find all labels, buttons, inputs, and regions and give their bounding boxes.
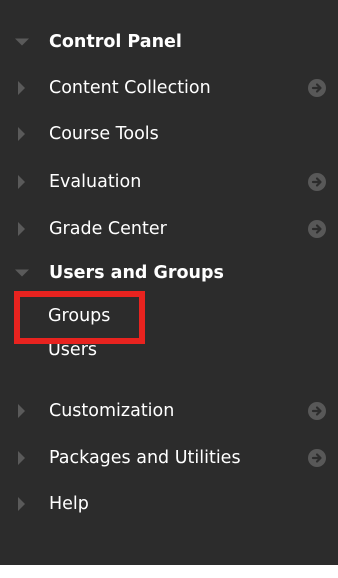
menu-item-label: Grade Center	[49, 219, 167, 239]
menu-item-content-collection[interactable]: Content Collection	[0, 70, 338, 106]
menu-item-evaluation[interactable]: Evaluation	[0, 164, 338, 200]
arrow-circle-right-icon[interactable]	[308, 402, 326, 420]
triangle-right-icon	[18, 175, 25, 189]
triangle-right-icon	[18, 81, 25, 95]
control-panel-header[interactable]: Control Panel	[0, 24, 338, 60]
triangle-right-icon	[18, 497, 25, 511]
triangle-down-icon	[15, 38, 29, 46]
menu-item-label: Packages and Utilities	[49, 448, 241, 468]
menu-item-users-and-groups[interactable]: Users and Groups	[0, 255, 338, 291]
menu-item-help[interactable]: Help	[0, 486, 338, 522]
menu-item-label: Course Tools	[49, 124, 159, 144]
menu-item-grade-center[interactable]: Grade Center	[0, 211, 338, 247]
menu-item-label: Help	[49, 494, 89, 514]
triangle-right-icon	[18, 127, 25, 141]
arrow-circle-right-icon[interactable]	[308, 449, 326, 467]
control-panel: Control Panel Content Collection Course …	[0, 0, 338, 565]
menu-item-label: Content Collection	[49, 78, 211, 98]
menu-item-label: Evaluation	[49, 172, 142, 192]
triangle-right-icon	[18, 451, 25, 465]
arrow-circle-right-icon[interactable]	[308, 220, 326, 238]
control-panel-title: Control Panel	[49, 32, 182, 52]
menu-item-label: Customization	[49, 401, 175, 421]
menu-item-customization[interactable]: Customization	[0, 393, 338, 429]
users-and-groups-title: Users and Groups	[49, 263, 224, 283]
arrow-circle-right-icon[interactable]	[308, 79, 326, 97]
triangle-right-icon	[18, 404, 25, 418]
menu-item-course-tools[interactable]: Course Tools	[0, 116, 338, 152]
triangle-down-icon	[15, 269, 29, 277]
arrow-circle-right-icon[interactable]	[308, 173, 326, 191]
triangle-right-icon	[18, 222, 25, 236]
menu-item-packages-and-utilities[interactable]: Packages and Utilities	[0, 440, 338, 476]
submenu-item-groups[interactable]: Groups	[48, 306, 110, 326]
